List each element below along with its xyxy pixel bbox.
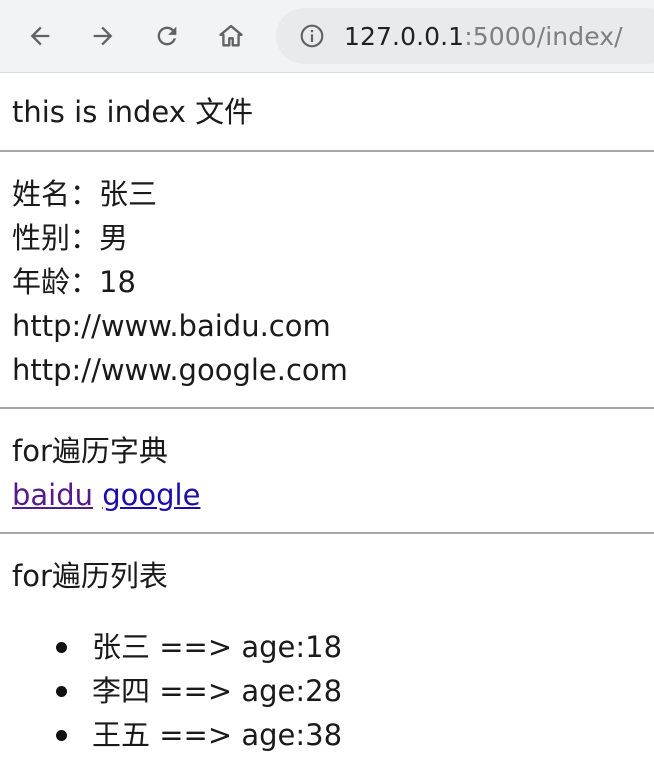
- list-item: 王五 ==> age:38: [12, 713, 654, 757]
- url-text-google: http://www.google.com: [12, 353, 348, 387]
- list-item: 李四 ==> age:28: [12, 669, 654, 713]
- bullet-icon: [56, 642, 67, 653]
- list-item-text: 张三 ==> age:18: [92, 630, 343, 664]
- arrow-right-icon: [93, 26, 113, 46]
- gender-text: 性别：男: [12, 221, 129, 255]
- address-bar[interactable]: 127.0.0.1:5000/index/: [276, 8, 654, 64]
- forward-button[interactable]: [84, 17, 122, 55]
- home-icon: [219, 24, 243, 47]
- dict-links: baidu google: [12, 473, 654, 517]
- url-text-baidu: http://www.baidu.com: [12, 309, 331, 343]
- url-text[interactable]: 127.0.0.1:5000/index/: [344, 22, 623, 51]
- age-text: 年龄：18: [12, 265, 136, 299]
- page-heading: this is index 文件: [12, 95, 254, 129]
- arrow-left-icon: [30, 26, 50, 46]
- url-host: 127.0.0.1: [344, 21, 465, 51]
- reload-button[interactable]: [148, 17, 186, 55]
- list-item-text: 李四 ==> age:28: [92, 674, 343, 708]
- list-item-text: 王五 ==> age:38: [92, 718, 343, 752]
- bullet-icon: [56, 686, 67, 697]
- name-text: 姓名：张三: [12, 177, 158, 211]
- url-path: :5000/index/: [464, 21, 623, 51]
- reload-icon: [157, 26, 177, 46]
- page-content: this is index 文件 姓名：张三 性别：男 年龄：18 http:/…: [0, 72, 654, 757]
- list-item: 张三 ==> age:18: [12, 625, 654, 669]
- home-button[interactable]: [212, 17, 250, 55]
- list-section-title: for遍历列表: [12, 559, 168, 593]
- dict-section-title: for遍历字典: [12, 434, 168, 468]
- bullet-icon: [56, 730, 67, 741]
- google-link[interactable]: google: [102, 478, 200, 512]
- back-button[interactable]: [21, 17, 59, 55]
- baidu-link[interactable]: baidu: [12, 478, 93, 512]
- browser-toolbar: 127.0.0.1:5000/index/: [0, 0, 654, 73]
- person-list: 张三 ==> age:18 李四 ==> age:28 王五 ==> age:3…: [12, 625, 654, 757]
- info-icon[interactable]: [298, 22, 326, 50]
